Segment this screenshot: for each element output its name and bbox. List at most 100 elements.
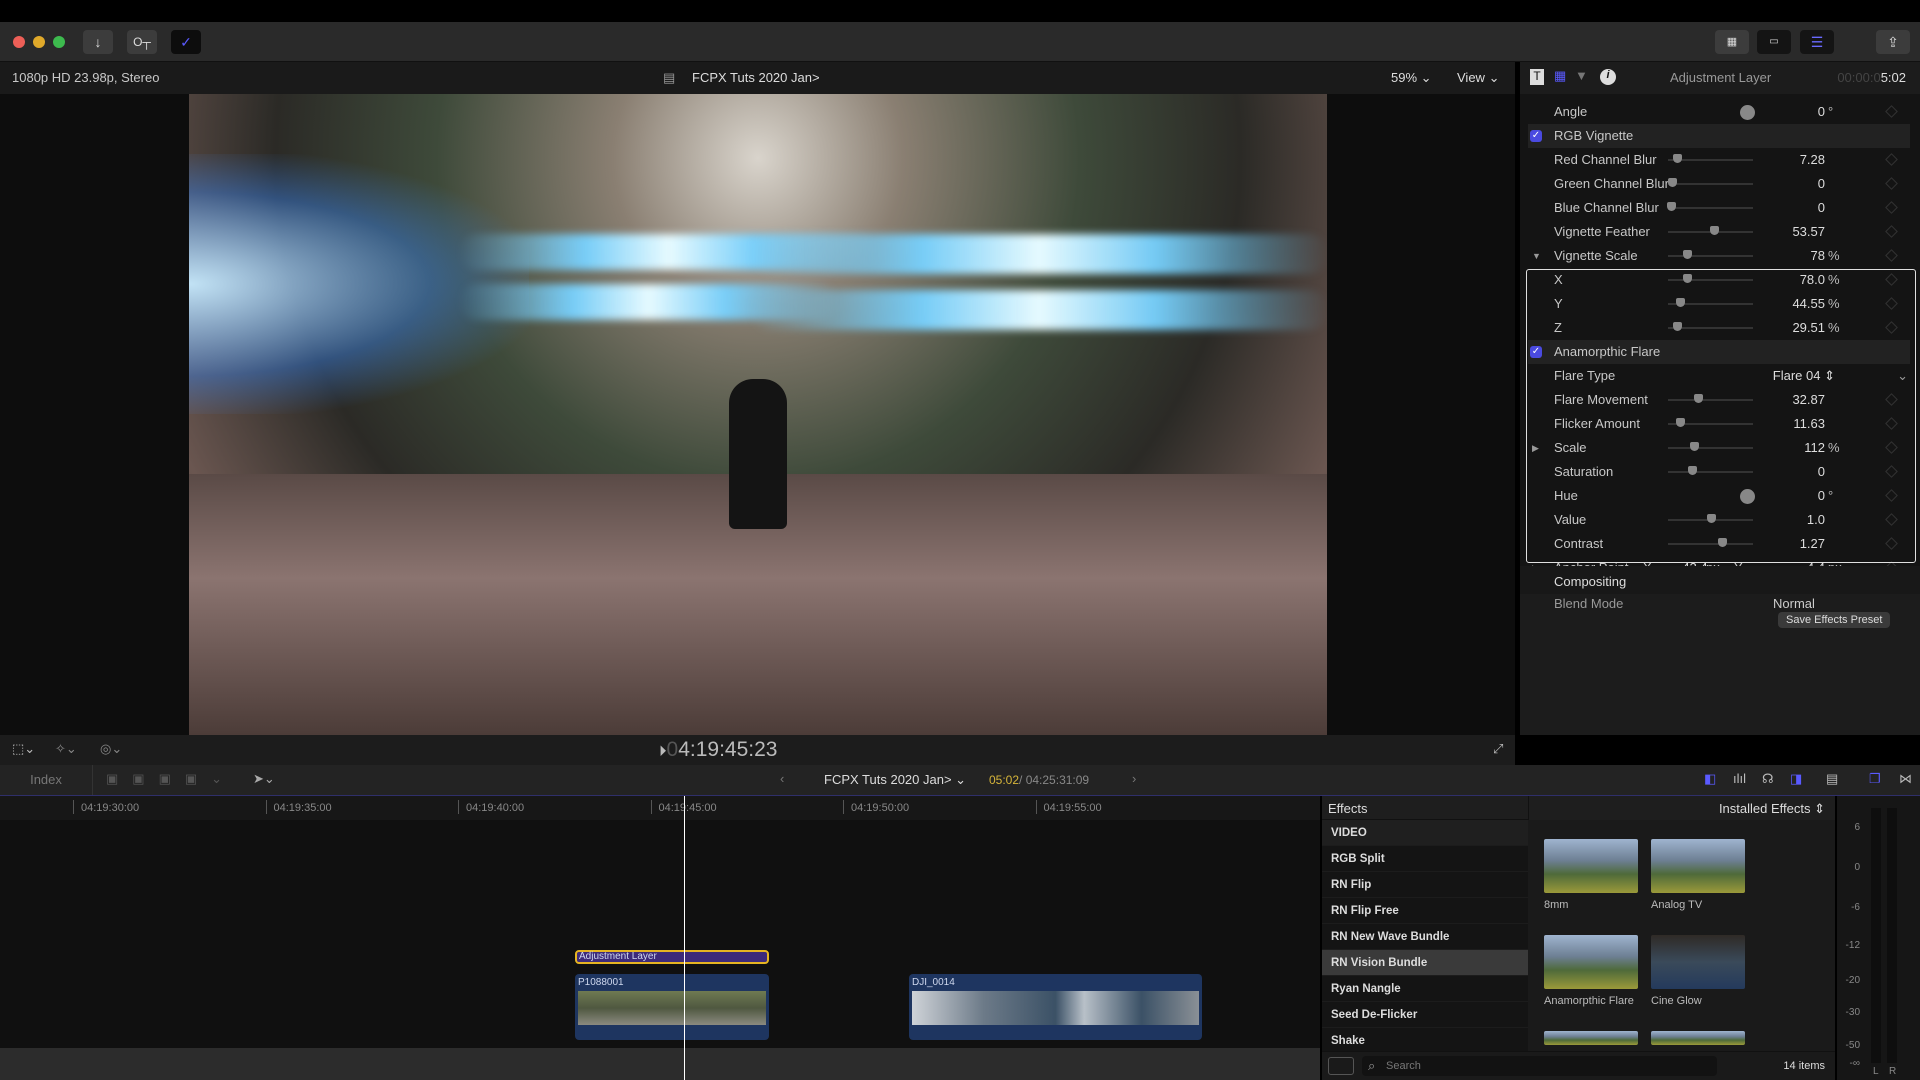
category-item[interactable]: RN Flip Free: [1322, 898, 1528, 924]
close-window-button[interactable]: [13, 36, 25, 48]
next-project-chevron-icon[interactable]: ›: [1132, 771, 1136, 786]
info-inspector-icon[interactable]: i: [1600, 69, 1616, 85]
blend-mode-row[interactable]: Blend Mode Normal: [1520, 594, 1920, 608]
param-slider[interactable]: [1668, 226, 1753, 235]
timeline[interactable]: Adjustment Layer P1088001 DJI_0014: [0, 820, 1320, 1048]
effect-name[interactable]: Cine Glow: [1651, 995, 1702, 1007]
edit-buttons-icons[interactable]: ▣▣▣▣⌄: [106, 771, 236, 787]
select-tool-arrow-icon[interactable]: ➤⌄: [253, 771, 275, 787]
timeline-project-dropdown[interactable]: FCPX Tuts 2020 Jan> ⌄: [824, 772, 966, 788]
zoom-dropdown[interactable]: 59% ⌄: [1391, 70, 1432, 86]
view-dropdown[interactable]: View ⌄: [1457, 70, 1499, 86]
video-inspector-icon[interactable]: ▦: [1554, 68, 1566, 84]
library-grid-icon[interactable]: ▦: [1715, 30, 1749, 54]
checkbox-icon[interactable]: ✓: [1530, 130, 1542, 142]
format-info: 1080p HD 23.98p, Stereo: [12, 70, 160, 85]
video-clip[interactable]: P1088001: [575, 974, 769, 1040]
angle-dial[interactable]: [1740, 105, 1755, 120]
keyframe-diamond-icon[interactable]: [1885, 153, 1898, 166]
param-row[interactable]: Green Channel Blur 0: [1528, 172, 1910, 196]
effect-thumbnail[interactable]: [1544, 935, 1638, 989]
slider-knob[interactable]: [1668, 178, 1678, 187]
transform-icon[interactable]: ⬚⌄: [12, 741, 35, 757]
category-item[interactable]: RN Vision Bundle: [1322, 950, 1528, 976]
keyframe-diamond-icon[interactable]: [1885, 225, 1898, 238]
import-icon[interactable]: ↓: [83, 30, 113, 54]
param-value[interactable]: 78: [1811, 244, 1825, 268]
param-slider[interactable]: [1668, 250, 1753, 259]
background-tasks-checkmark-icon[interactable]: ✓: [171, 30, 201, 54]
meter-scale-label: -6: [1851, 902, 1860, 913]
param-value[interactable]: 0: [1818, 196, 1825, 220]
param-row[interactable]: Blue Channel Blur 0: [1528, 196, 1910, 220]
slider-knob[interactable]: [1682, 250, 1692, 259]
effect-name[interactable]: 8mm: [1544, 899, 1568, 911]
color-inspector-icon[interactable]: ▼: [1575, 68, 1588, 83]
param-value[interactable]: 7.28: [1800, 148, 1825, 172]
param-value[interactable]: 0: [1818, 172, 1825, 196]
param-row[interactable]: Red Channel Blur 7.28: [1528, 148, 1910, 172]
clip-skimming-icon[interactable]: ◧: [1704, 771, 1716, 787]
param-row[interactable]: Vignette Feather 53.57: [1528, 220, 1910, 244]
slider-knob[interactable]: [1709, 226, 1719, 235]
playhead[interactable]: [684, 796, 685, 1080]
slider-knob[interactable]: [1666, 202, 1676, 211]
solo-headphones-icon[interactable]: ☊: [1762, 771, 1774, 787]
effect-thumbnail[interactable]: [1651, 1031, 1745, 1045]
param-slider[interactable]: [1668, 178, 1753, 187]
clip-appearance-filmstrip-icon[interactable]: ▤: [1826, 771, 1838, 787]
param-value[interactable]: 0: [1818, 100, 1825, 124]
fullscreen-icon[interactable]: ⤢: [1493, 741, 1503, 757]
effect-thumbnail[interactable]: [1651, 839, 1745, 893]
previous-project-chevron-icon[interactable]: ‹: [780, 771, 784, 786]
video-clip[interactable]: DJI_0014: [909, 974, 1202, 1040]
keyframe-diamond-icon[interactable]: [1885, 201, 1898, 214]
minimize-window-button[interactable]: [33, 36, 45, 48]
adjustment-layer-clip[interactable]: Adjustment Layer: [575, 950, 769, 964]
inspector-sliders-icon[interactable]: ☰: [1800, 30, 1834, 54]
category-item[interactable]: Ryan Nangle: [1322, 976, 1528, 1002]
zoom-window-button[interactable]: [53, 36, 65, 48]
keywords-key-icon[interactable]: O┬: [127, 30, 157, 54]
ruler-tick: [458, 800, 459, 814]
effect-name[interactable]: Analog TV: [1651, 899, 1702, 911]
category-item[interactable]: RN Flip: [1322, 872, 1528, 898]
param-value[interactable]: 53.57: [1792, 220, 1825, 244]
title-inspector-icon[interactable]: T: [1530, 69, 1544, 85]
save-effects-preset-button[interactable]: Save Effects Preset: [1778, 612, 1891, 628]
category-item[interactable]: RN New Wave Bundle: [1322, 924, 1528, 950]
slider-knob[interactable]: [1672, 154, 1682, 163]
category-item[interactable]: Seed De-Flicker: [1322, 1002, 1528, 1028]
param-slider[interactable]: [1668, 154, 1753, 163]
timeline-filmstrip-icon[interactable]: ▭: [1757, 30, 1791, 54]
param-row[interactable]: Angle 0 °: [1528, 100, 1910, 124]
disclosure-triangle-icon[interactable]: ▼: [1532, 244, 1541, 268]
effect-thumbnail[interactable]: [1544, 1031, 1638, 1045]
category-item[interactable]: RGB Split: [1322, 846, 1528, 872]
sidebar-toggle-icon[interactable]: [1328, 1057, 1354, 1075]
effects-search-field[interactable]: ⌕ Search: [1362, 1056, 1717, 1076]
audio-skimming-waveform-icon[interactable]: ılıl: [1733, 771, 1746, 786]
share-icon[interactable]: ⇪: [1876, 30, 1910, 54]
enhance-wand-icon[interactable]: ✧⌄: [55, 741, 77, 757]
index-button[interactable]: Index: [0, 765, 93, 795]
snapping-icon[interactable]: ◨: [1790, 771, 1802, 787]
category-header: VIDEO: [1322, 820, 1528, 846]
keyframe-diamond-icon[interactable]: [1885, 177, 1898, 190]
effects-browser-icon[interactable]: ❐: [1869, 771, 1881, 787]
installed-effects-dropdown[interactable]: Installed Effects ⇕: [1528, 796, 1835, 820]
effect-thumbnail[interactable]: [1544, 839, 1638, 893]
effect-thumbnail[interactable]: [1651, 935, 1745, 989]
param-row[interactable]: ▼ Vignette Scale 78%: [1528, 244, 1910, 268]
timecode-display[interactable]: ⏵04:19:45:23: [659, 738, 777, 762]
timeline-ruler[interactable]: 04:19:30:00 04:19:35:00 04:19:40:00 04:19:4…: [0, 796, 1320, 820]
param-unit: %: [1828, 248, 1840, 263]
keyframe-diamond-icon[interactable]: [1885, 249, 1898, 262]
blend-mode-value[interactable]: Normal: [1773, 596, 1815, 608]
transitions-browser-icon[interactable]: ⋈: [1899, 771, 1912, 787]
param-slider[interactable]: [1666, 202, 1753, 211]
keyframe-diamond-icon[interactable]: [1885, 105, 1898, 118]
param-row[interactable]: ✓ RGB Vignette: [1528, 124, 1910, 148]
retime-icon[interactable]: ◎⌄: [100, 741, 122, 757]
effect-name[interactable]: Anamorpthic Flare: [1544, 995, 1634, 1007]
